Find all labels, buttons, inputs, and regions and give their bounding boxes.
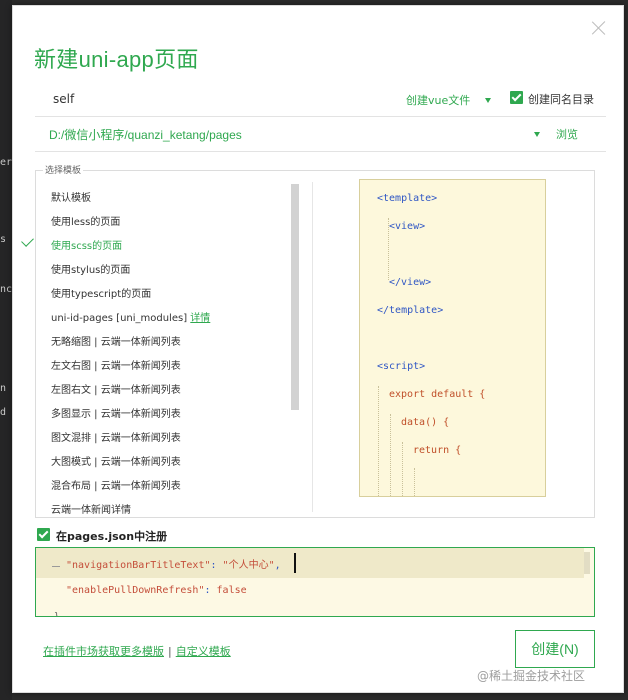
template-item-news-text-left[interactable]: 左文右图 | 云端一体新闻列表 — [51, 357, 181, 372]
json-key: "navigationBarTitleText" — [66, 560, 211, 571]
template-item-news-mixed[interactable]: 图文混排 | 云端一体新闻列表 — [51, 429, 181, 444]
json-comma: , — [274, 560, 281, 571]
indent-guide — [402, 442, 403, 496]
footer-links: 在插件市场获取更多模版 | 自定义模板 — [43, 643, 231, 659]
dialog-title: 新建uni-app页面 — [34, 47, 199, 72]
dropdown-caret-icon[interactable] — [485, 98, 491, 103]
template-item-typescript[interactable]: 使用typescript的页面 — [51, 285, 151, 300]
template-item-news-image-left[interactable]: 左图右文 | 云端一体新闻列表 — [51, 381, 181, 396]
path-row-divider — [35, 151, 606, 152]
code-line: <template> — [377, 193, 438, 204]
indent-guide — [414, 468, 415, 496]
code-line: <view> — [389, 221, 426, 232]
new-page-dialog: 新建uni-app页面 self 创建vue文件 创建同名目录 D:/微信小程序… — [12, 5, 624, 693]
template-item-news-no-thumb[interactable]: 无略缩图 | 云端一体新闻列表 — [51, 333, 181, 348]
code-line: <script> — [377, 361, 426, 372]
link-separator: | — [168, 645, 172, 658]
template-item-less[interactable]: 使用less的页面 — [51, 213, 120, 228]
plugin-market-link[interactable]: 在插件市场获取更多模版 — [43, 645, 164, 658]
json-key: "enablePullDownRefresh" — [66, 585, 205, 596]
register-pages-json-checkbox[interactable] — [37, 528, 50, 541]
indent-guide — [390, 414, 391, 496]
template-item-label: uni-id-pages [uni_modules] — [51, 313, 188, 324]
json-closing-brace: } — [54, 612, 60, 617]
template-preview: <template> <view> </view> </template> <s… — [359, 179, 546, 497]
page-name-input[interactable]: self — [53, 92, 74, 106]
details-link[interactable]: 详情 — [190, 313, 210, 324]
editor-background — [0, 0, 12, 700]
template-item-news-detail[interactable]: 云端一体新闻详情 — [51, 501, 131, 516]
create-button[interactable]: 创建(N) — [515, 630, 595, 668]
fold-marker — [52, 566, 60, 567]
background-text-fragment: nc — [0, 284, 13, 295]
template-group-legend: 选择模板 — [43, 163, 84, 176]
vue-file-type-dropdown[interactable]: 创建vue文件 — [406, 92, 470, 108]
template-list-scrollbar[interactable] — [291, 184, 299, 410]
path-input[interactable]: D:/微信小程序/quanzi_ketang/pages — [49, 126, 242, 143]
code-line: data() { — [401, 417, 450, 428]
code-line: </view> — [389, 277, 432, 288]
code-line: return { — [413, 445, 462, 456]
template-item-default[interactable]: 默认模板 — [51, 189, 91, 204]
template-item-stylus[interactable]: 使用stylus的页面 — [51, 261, 130, 276]
register-pages-json-label: 在pages.json中注册 — [56, 530, 168, 543]
json-colon: : — [210, 560, 223, 571]
dropdown-caret-icon[interactable] — [534, 132, 540, 137]
template-item-uni-id-pages[interactable]: uni-id-pages [uni_modules] 详情 — [51, 309, 210, 324]
json-value: "个人中心" — [222, 560, 275, 571]
same-dir-label: 创建同名目录 — [528, 93, 594, 106]
close-icon[interactable] — [591, 20, 607, 36]
check-mark-icon — [21, 234, 34, 247]
text-caret — [294, 553, 296, 573]
custom-template-link[interactable]: 自定义模板 — [176, 645, 231, 658]
json-value: false — [216, 585, 247, 596]
template-item-news-multi-image[interactable]: 多图显示 | 云端一体新闻列表 — [51, 405, 181, 420]
code-line: export default { — [389, 389, 486, 400]
same-dir-checkbox[interactable] — [510, 91, 523, 104]
json-editor-scrollbar[interactable] — [584, 552, 590, 574]
indent-guide — [378, 386, 379, 496]
template-item-news-big-image[interactable]: 大图模式 | 云端一体新闻列表 — [51, 453, 181, 468]
template-preview-divider — [312, 182, 313, 512]
template-item-news-mixed-layout[interactable]: 混合布局 | 云端一体新闻列表 — [51, 477, 181, 492]
code-line: </template> — [377, 305, 444, 316]
background-text-fragment: n — [0, 383, 7, 394]
json-line: "navigationBarTitleText": "个人中心", — [66, 556, 281, 571]
pages-json-editor[interactable]: "navigationBarTitleText": "个人中心", "enabl… — [35, 547, 595, 617]
template-item-scss[interactable]: 使用scss的页面 — [51, 237, 122, 252]
json-line: "enablePullDownRefresh": false — [66, 585, 247, 596]
background-text-fragment: er — [0, 157, 13, 168]
browse-button[interactable]: 浏览 — [556, 126, 578, 142]
watermark: @稀土掘金技术社区 — [477, 669, 586, 683]
background-text-fragment: s — [0, 234, 7, 245]
json-colon: : — [204, 585, 217, 596]
name-row-divider — [35, 116, 606, 117]
background-text-fragment: d — [0, 407, 7, 418]
